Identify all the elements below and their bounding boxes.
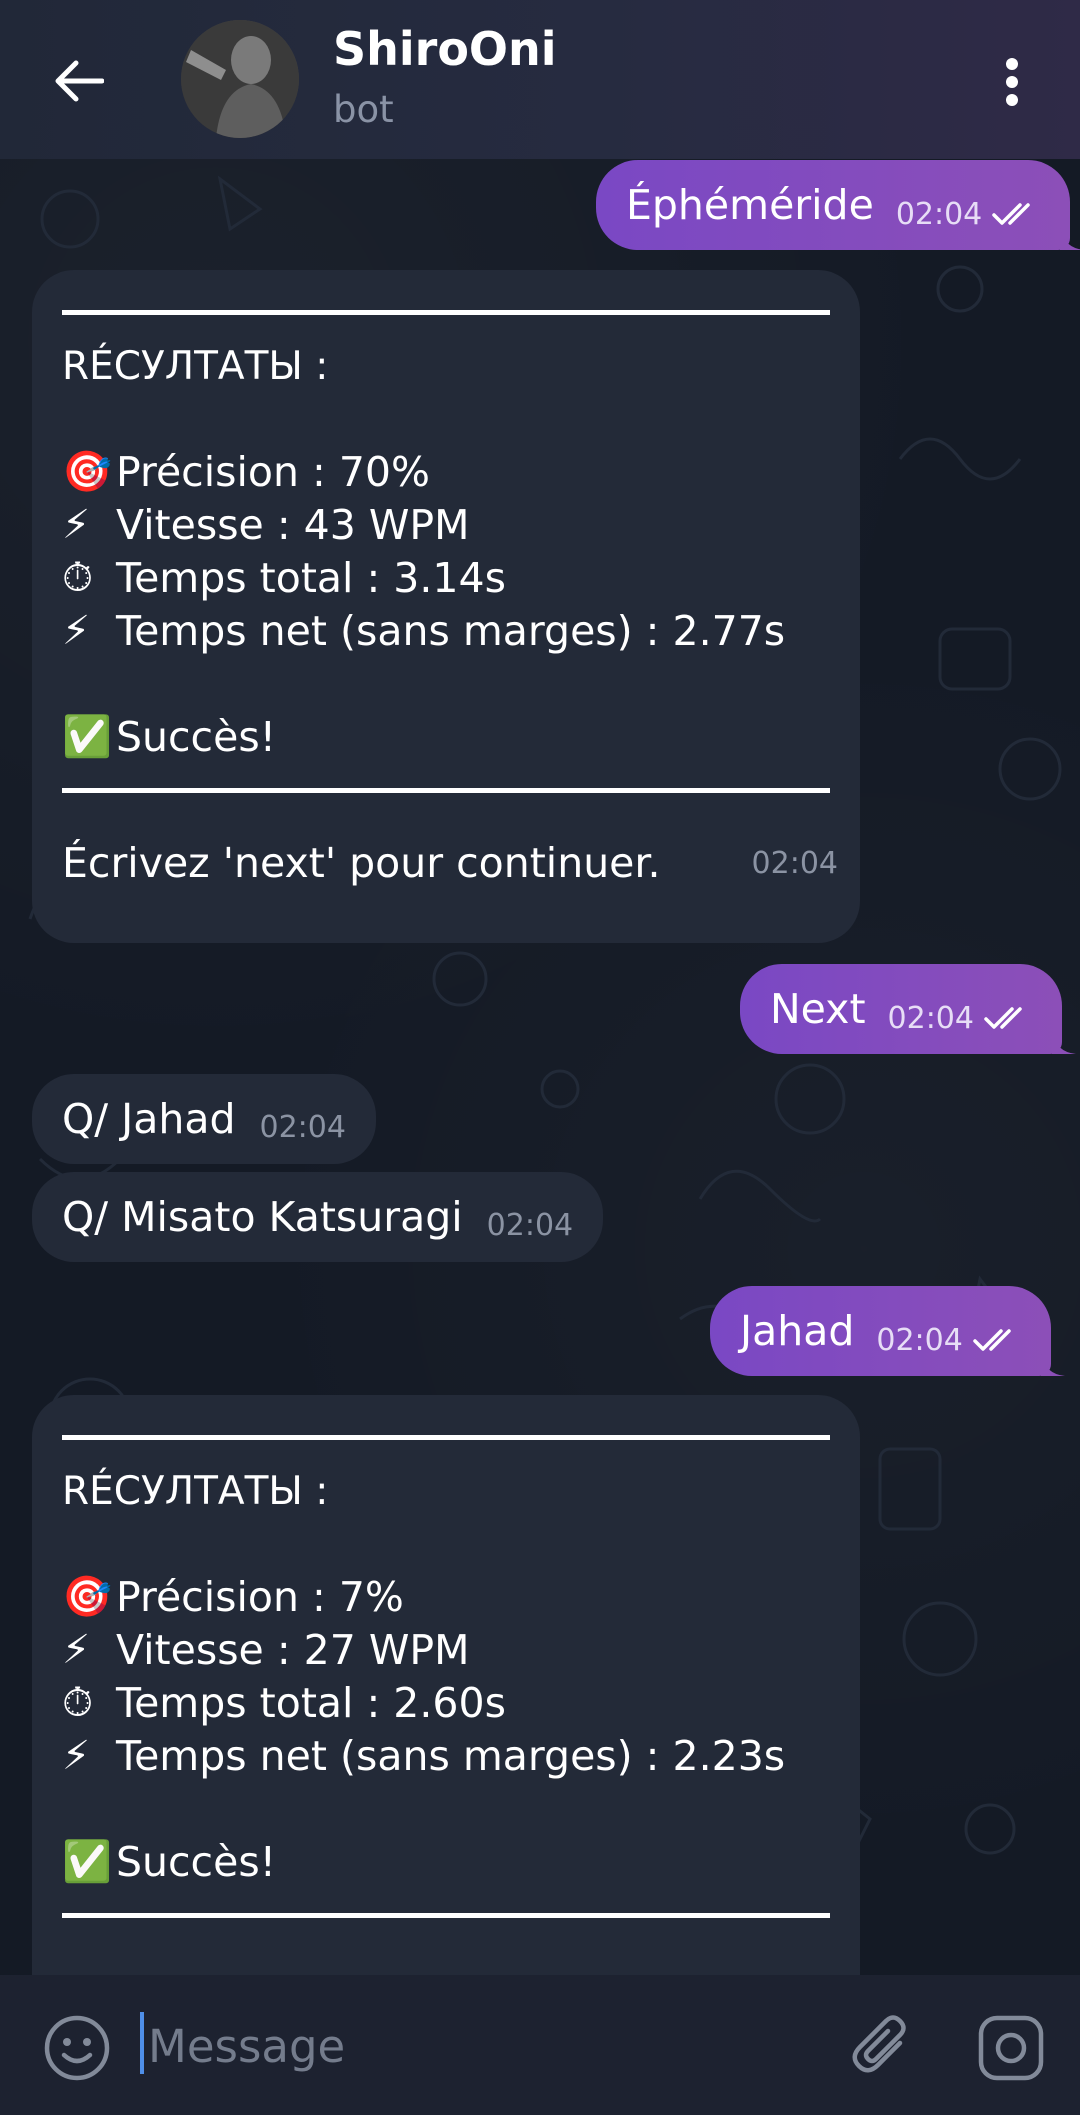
result-footer: Écrivez 'next' pour continuer. 02:04 — [62, 839, 838, 887]
success-line: ✅ Succès! — [62, 711, 830, 764]
bubble-tail — [1051, 1032, 1076, 1054]
divider — [62, 1913, 830, 1918]
message-meta: 02:04 — [876, 1323, 1020, 1358]
divider — [62, 788, 830, 793]
bubble-tail — [1040, 1354, 1065, 1376]
divider — [62, 1435, 830, 1440]
outgoing-message[interactable]: Éphéméride 02:04 — [596, 160, 1080, 250]
avatar-image — [181, 20, 299, 138]
message-input[interactable] — [146, 2005, 790, 2087]
paperclip-icon — [852, 2015, 906, 2073]
incoming-result-message[interactable]: RÉCУЛТАТЫ : 🎯 Précision : 7% ⚡ Vitesse :… — [32, 1395, 860, 1995]
chat-title[interactable]: ShiroOni — [333, 22, 557, 76]
message-time: 02:04 — [887, 1000, 974, 1036]
incoming-message[interactable]: Q/ Misato Katsuragi 02:04 — [32, 1172, 604, 1262]
lightning-icon: ⚡ — [62, 1627, 91, 1673]
message-time: 02:04 — [259, 1109, 346, 1145]
net-time-line: ⚡ Temps net (sans marges) : 2.23s — [62, 1730, 830, 1783]
message-text: Jahad — [740, 1307, 855, 1355]
avatar[interactable] — [181, 20, 299, 138]
result-title: RÉCУЛТАТЫ : — [62, 344, 329, 389]
chat-subtitle: bot — [333, 88, 394, 131]
message-text: Next — [770, 985, 866, 1033]
camera-icon — [978, 2015, 1044, 2081]
back-button[interactable] — [38, 46, 118, 116]
chat-header: ShiroOni bot — [0, 0, 1080, 159]
precision-line: 🎯 Précision : 7% — [62, 1571, 830, 1624]
result-title: RÉCУЛТАТЫ : — [62, 1469, 329, 1514]
message-text: Q/ Misato Katsuragi — [62, 1193, 463, 1241]
total-time-text: Temps total : 2.60s — [116, 1679, 506, 1727]
smiley-icon — [44, 2015, 110, 2081]
target-icon: 🎯 — [62, 449, 112, 495]
message-meta: 02:04 — [888, 1001, 1032, 1036]
message-time: 02:04 — [486, 1207, 574, 1243]
lightning-icon: ⚡ — [62, 608, 91, 654]
double-check-icon — [973, 1329, 1011, 1351]
precision-text: Précision : 7% — [116, 1573, 404, 1621]
success-line: ✅ Succès! — [62, 1836, 830, 1889]
incoming-result-message[interactable]: RÉCУЛТАТЫ : 🎯 Précision : 70% ⚡ Vitesse … — [32, 270, 860, 943]
speed-line: ⚡ Vitesse : 43 WPM — [62, 499, 830, 552]
total-time-text: Temps total : 3.14s — [116, 554, 506, 602]
outgoing-message[interactable]: Next 02:04 — [740, 964, 1076, 1054]
emoji-button[interactable] — [42, 2013, 112, 2083]
speed-line: ⚡ Vitesse : 27 WPM — [62, 1624, 830, 1677]
lightning-icon: ⚡ — [62, 502, 91, 548]
check-mark-icon: ✅ — [62, 714, 112, 760]
speed-text: Vitesse : 43 WPM — [116, 501, 470, 549]
message-time: 02:04 — [876, 1322, 963, 1358]
stopwatch-icon: ⏱ — [62, 555, 94, 601]
attach-button[interactable] — [848, 2013, 918, 2083]
net-time-line: ⚡ Temps net (sans marges) : 2.77s — [62, 605, 830, 658]
message-time: 02:04 — [751, 846, 838, 881]
precision-text: Précision : 70% — [116, 448, 430, 496]
double-check-icon — [984, 1007, 1022, 1029]
total-time-line: ⏱ Temps total : 3.14s — [62, 552, 830, 605]
double-check-icon — [992, 203, 1031, 225]
speed-text: Vitesse : 27 WPM — [116, 1626, 470, 1674]
more-menu-button[interactable] — [990, 52, 1034, 112]
camera-button[interactable] — [976, 2013, 1046, 2083]
message-text: Éphéméride — [626, 181, 874, 229]
total-time-line: ⏱ Temps total : 2.60s — [62, 1677, 830, 1730]
text-caret — [140, 2012, 144, 2074]
message-text: Q/ Jahad — [62, 1095, 236, 1143]
bubble-tail — [1060, 228, 1080, 250]
message-meta: 02:04 — [896, 197, 1040, 232]
precision-line: 🎯 Précision : 70% — [62, 446, 830, 499]
lightning-icon: ⚡ — [62, 1733, 91, 1779]
incoming-message[interactable]: Q/ Jahad 02:04 — [32, 1074, 376, 1164]
net-time-text: Temps net (sans marges) : 2.23s — [116, 1732, 786, 1780]
vertical-dots-icon — [1006, 58, 1018, 106]
check-mark-icon: ✅ — [62, 1839, 112, 1885]
outgoing-message[interactable]: Jahad 02:04 — [710, 1286, 1065, 1376]
success-text: Succès! — [116, 713, 277, 761]
target-icon: 🎯 — [62, 1574, 112, 1620]
message-time: 02:04 — [895, 196, 983, 232]
success-text: Succès! — [116, 1838, 277, 1886]
stopwatch-icon: ⏱ — [62, 1680, 94, 1726]
arrow-left-icon — [55, 60, 104, 102]
net-time-text: Temps net (sans marges) : 2.77s — [116, 607, 786, 655]
instruction-text: Écrivez 'next' pour continuer. — [62, 839, 661, 887]
divider — [62, 310, 830, 315]
